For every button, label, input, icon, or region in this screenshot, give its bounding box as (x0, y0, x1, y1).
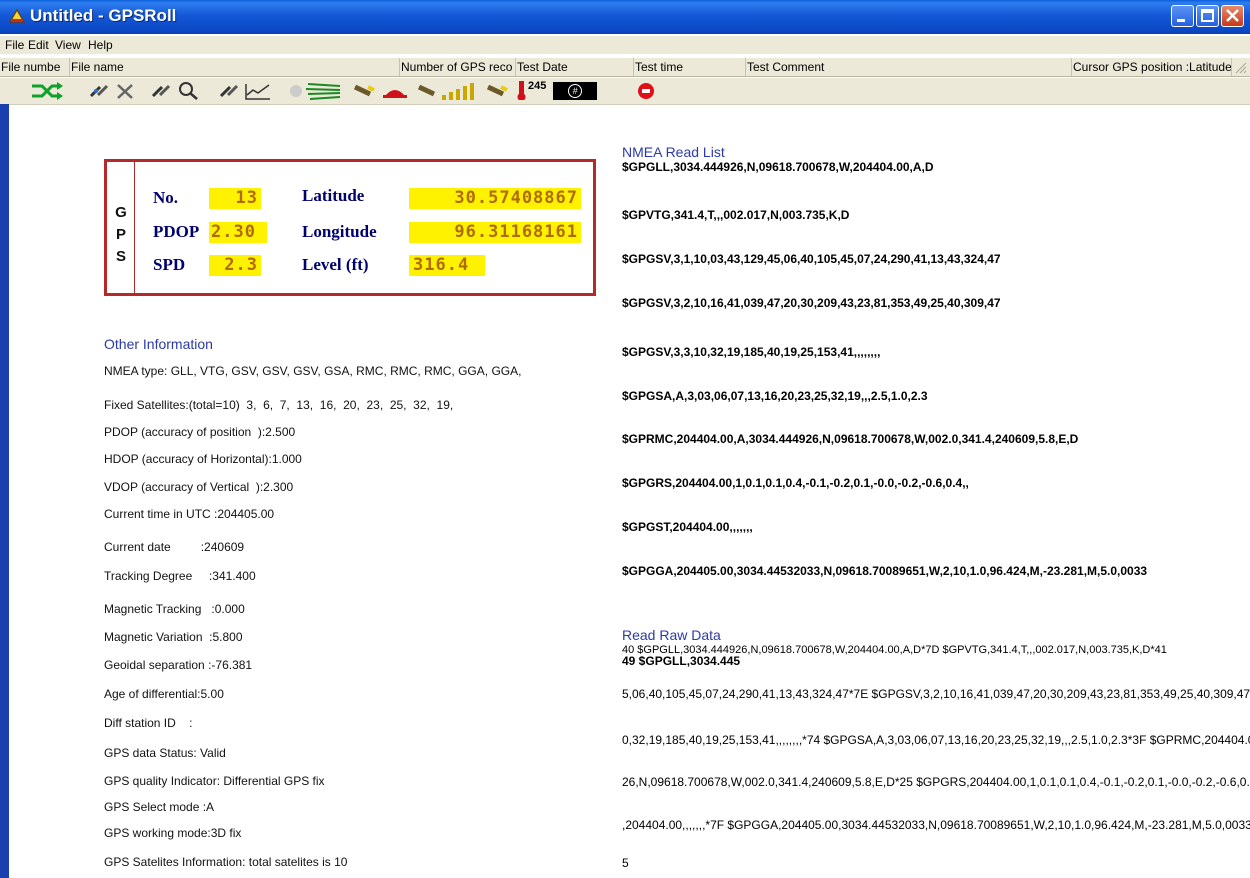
window-title: Untitled - GPSRoll (30, 6, 177, 25)
minimize-icon (1177, 19, 1185, 22)
raw-data-overlap-bold: 49 $GPGLL,3034.445 (622, 654, 741, 668)
nmea-sentence: $GPGSV,3,1,10,03,43,129,45,06,40,105,45,… (622, 252, 1001, 266)
minimize-button[interactable] (1171, 5, 1194, 27)
antenna-icon[interactable] (352, 81, 376, 101)
other-info-line: GPS data Status: Valid (104, 746, 226, 760)
antenna-icon-2[interactable] (486, 81, 508, 101)
longitude-value: 96.31168161 (409, 222, 581, 243)
nmea-sentence: $GPGSV,3,3,10,32,19,185,40,19,25,153,41,… (622, 345, 881, 359)
display-label: # (568, 84, 582, 98)
other-info-line: Tracking Degree :341.400 (104, 569, 256, 583)
header-file-number[interactable]: File numbe (0, 58, 70, 76)
menu-view[interactable]: View (55, 38, 81, 52)
other-info-line: PDOP (accuracy of position ):2.500 (104, 425, 296, 439)
nmea-sentence: $GPVTG,341.4,T,,,002.017,N,003.735,K,D (622, 208, 850, 222)
nmea-sentence: $GPGSV,3,2,10,16,41,039,47,20,30,209,43,… (622, 296, 1001, 310)
latitude-value: 30.57408867 (409, 188, 581, 209)
other-info-line: NMEA type: GLL, VTG, GSV, GSV, GSV, GSA,… (104, 364, 522, 378)
maximize-icon (1201, 9, 1214, 22)
satellite-search-icon[interactable] (150, 81, 202, 101)
header-gps-records[interactable]: Number of GPS reco (400, 58, 516, 76)
other-info-line: Age of differential:5.00 (104, 687, 224, 701)
other-info-line: Magnetic Tracking :0.000 (104, 602, 245, 616)
stop-icon[interactable] (637, 82, 657, 102)
longitude-label: Longitude (302, 222, 377, 241)
level-label: Level (ft) (302, 255, 369, 274)
raw-data-line: 26,N,09618.700678,W,002.0,341.4,240609,5… (622, 775, 1250, 789)
nmea-sentence: $GPGSA,A,3,03,06,07,13,16,20,23,25,32,19… (622, 389, 928, 403)
header-test-date[interactable]: Test Date (516, 58, 634, 76)
header-cursor-position[interactable]: Cursor GPS position :Latitude (1072, 58, 1232, 76)
level-value: 316.4 (409, 255, 485, 276)
left-window-edge (0, 104, 9, 878)
signal-bars-icon[interactable] (416, 81, 480, 101)
sat-count-value: 13 (209, 188, 261, 209)
other-info-title: Other Information (104, 336, 213, 352)
shuffle-icon[interactable] (30, 81, 64, 101)
speed-value: 2.3 (209, 255, 261, 276)
other-info-line: Fixed Satellites:(total=10) 3, 6, 7, 13,… (104, 398, 454, 412)
menu-file[interactable]: File (5, 38, 24, 52)
other-info-line: Geoidal separation :-76.381 (104, 658, 253, 672)
header-file-name[interactable]: File name (70, 58, 400, 76)
menu-edit[interactable]: Edit (28, 38, 49, 52)
menu-help[interactable]: Help (88, 38, 113, 52)
level-icon[interactable] (382, 81, 408, 101)
resize-grip-icon[interactable] (1234, 61, 1247, 74)
other-info-line: GPS quality Indicator: Differential GPS … (104, 774, 325, 788)
gps-vertical-label: G P S (115, 204, 127, 265)
other-info-line: Current date :240609 (104, 540, 245, 554)
speed-label: SPD (153, 255, 186, 274)
other-info-line: Magnetic Variation :5.800 (104, 630, 243, 644)
toolbar: 245 # (0, 78, 1250, 105)
pdop-label: PDOP (153, 222, 200, 241)
other-info-line: GPS Satelites Information: total satelit… (104, 855, 348, 869)
other-info-line: VDOP (accuracy of Vertical ):2.300 (104, 480, 294, 494)
nmea-sentence: $GPGST,204404.00,,,,,,, (622, 520, 753, 534)
maximize-button[interactable] (1196, 5, 1219, 27)
latitude-label: Latitude (302, 186, 365, 205)
nmea-list-title: NMEA Read List (622, 144, 725, 160)
satellite-tools-icon[interactable] (88, 81, 140, 101)
other-info-line: Diff station ID : (104, 716, 193, 730)
nmea-sentence: $GPGRS,204404.00,1,0.1,0.1,0.4,-0.1,-0.2… (622, 476, 969, 490)
title-bar: Untitled - GPSRoll (0, 0, 1250, 34)
menu-bar: File Edit View Help (0, 36, 1250, 54)
column-header-bar: File numbe File name Number of GPS reco … (0, 58, 1250, 77)
temperature-label: 245 (528, 80, 547, 92)
raw-data-line: 5 (622, 856, 629, 870)
satellite-lines-icon[interactable] (288, 81, 344, 101)
other-info-line: GPS Select mode :A (104, 800, 215, 814)
nmea-sentence: $GPRMC,204404.00,A,3034.444926,N,09618.7… (622, 432, 1079, 446)
raw-data-line: 5,06,40,105,45,07,24,290,41,13,43,324,47… (622, 687, 1250, 701)
sat-count-label: No. (153, 188, 179, 207)
satellite-chart-icon[interactable] (218, 81, 274, 101)
gps-panel: G P S No. 13 PDOP 2.30 SPD 2.3 Latitude … (104, 159, 596, 296)
other-info-line: HDOP (accuracy of Horizontal):1.000 (104, 452, 302, 466)
close-button[interactable] (1221, 5, 1244, 27)
pdop-value: 2.30 (209, 222, 267, 243)
gps-panel-divider (134, 162, 135, 293)
raw-data-line: ,204404.00,,,,,,,*7F $GPGGA,204405.00,30… (622, 818, 1250, 832)
close-icon (1226, 9, 1239, 22)
other-info-line: GPS working mode:3D fix (104, 826, 242, 840)
raw-data-line: 0,32,19,185,40,19,25,153,41,,,,,,,,*74 $… (622, 733, 1250, 747)
raw-data-title: Read Raw Data (622, 627, 721, 643)
display-icon[interactable]: # (553, 82, 597, 100)
app-icon (8, 8, 26, 23)
nmea-sentence: $GPGGA,204405.00,3034.44532033,N,09618.7… (622, 564, 1148, 578)
other-info-line: Current time in UTC :204405.00 (104, 507, 275, 521)
header-test-comment[interactable]: Test Comment (746, 58, 1072, 76)
header-test-time[interactable]: Test time (634, 58, 746, 76)
nmea-sentence: $GPGLL,3034.444926,N,09618.700678,W,2044… (622, 160, 934, 174)
